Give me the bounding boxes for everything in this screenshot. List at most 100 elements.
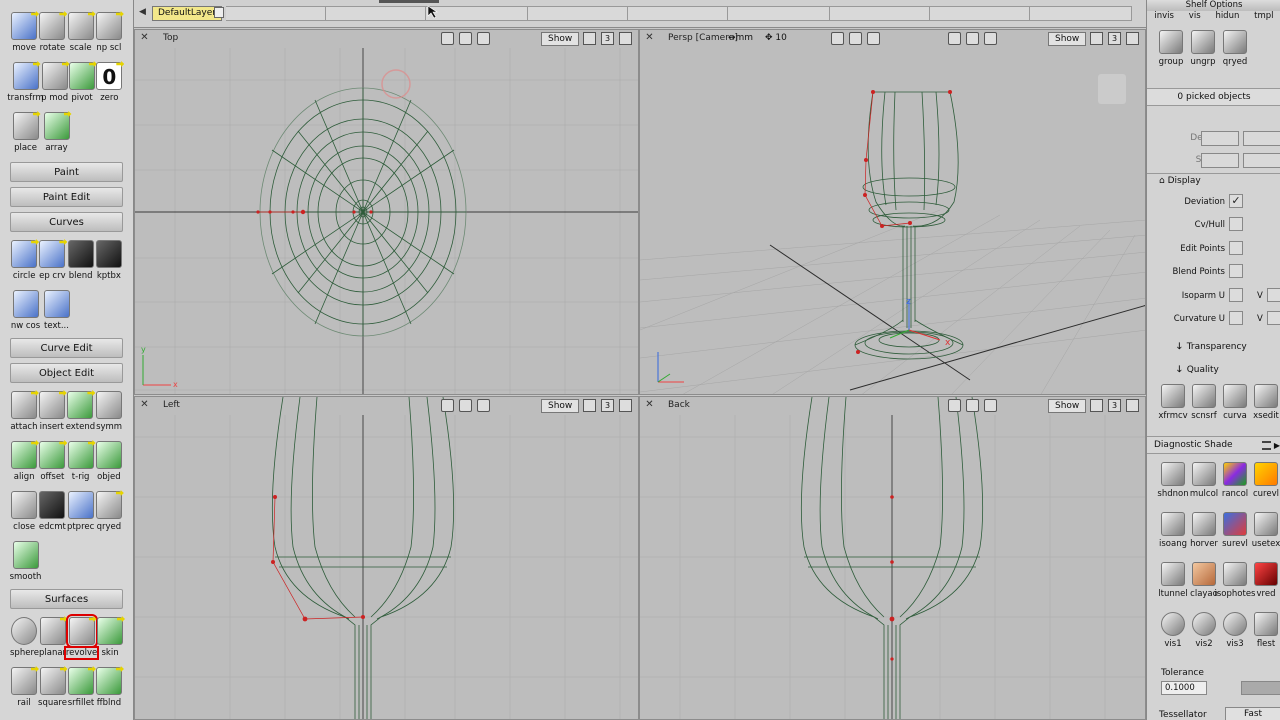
show-button[interactable]: Show: [1048, 399, 1087, 413]
tool-new-cos[interactable]: nw cos: [10, 284, 41, 334]
pan-icon[interactable]: [477, 32, 490, 45]
tool-attach[interactable]: attach: [10, 385, 38, 435]
tool-light-tunnel[interactable]: ltunnel: [1158, 562, 1188, 599]
layer-slot[interactable]: [326, 6, 426, 21]
tool-sphere[interactable]: sphere: [10, 611, 39, 661]
tool-query-edit[interactable]: qryed: [95, 485, 123, 535]
section-paint[interactable]: Paint: [10, 162, 123, 182]
tool-revolve[interactable]: revolve: [63, 611, 100, 661]
tool-pivot-mod[interactable]: p mod: [41, 56, 68, 106]
deviation-checkbox[interactable]: ✓: [1229, 194, 1243, 208]
tool-place[interactable]: place: [10, 106, 41, 156]
isoparm-u-checkbox[interactable]: [1229, 288, 1243, 302]
zoom-icon[interactable]: [867, 32, 880, 45]
viewport-back[interactable]: ✕ Back Show 3: [639, 396, 1146, 720]
layout-icon[interactable]: [1090, 399, 1103, 412]
layer-slot[interactable]: [930, 6, 1030, 21]
section-curve-edit[interactable]: Curve Edit: [10, 338, 123, 358]
tool-isophotes[interactable]: isophotes: [1215, 562, 1255, 599]
tool-transform-rig[interactable]: t-rig: [67, 435, 95, 485]
tool-extend[interactable]: extend: [66, 385, 95, 435]
layer-slot[interactable]: [628, 6, 728, 21]
curvature-u-checkbox[interactable]: [1229, 311, 1243, 325]
viewport-top[interactable]: ✕ Top Show 3 y x: [134, 29, 639, 395]
section-paint-edit[interactable]: Paint Edit: [10, 187, 123, 207]
zoom-icon[interactable]: [441, 32, 454, 45]
tool-xsection-edit[interactable]: xsedit: [1252, 384, 1280, 421]
tab-invis[interactable]: invis: [1154, 11, 1174, 21]
close-icon[interactable]: ✕: [139, 33, 150, 44]
tool-insert[interactable]: insert: [38, 385, 66, 435]
tool-square[interactable]: square: [38, 661, 67, 711]
curvature-v-checkbox[interactable]: [1267, 311, 1280, 325]
tool-planar[interactable]: planar: [39, 611, 66, 661]
tool-transform-cv[interactable]: xfrmcv: [1158, 384, 1188, 421]
layer-default[interactable]: DefaultLayer: [152, 6, 222, 21]
camera-icon[interactable]: [831, 32, 844, 45]
tool-np-scale[interactable]: np scl: [95, 6, 123, 56]
tool-surface-fillet[interactable]: srfillet: [67, 661, 95, 711]
pan-icon[interactable]: [984, 32, 997, 45]
tool-scan-surface[interactable]: scnsrf: [1190, 384, 1218, 421]
zoom-icon[interactable]: [948, 32, 961, 45]
tool-query-edit[interactable]: qryed: [1221, 30, 1249, 67]
maximize-icon[interactable]: [619, 399, 632, 412]
spans-field-2[interactable]: [1243, 153, 1280, 168]
degree-field[interactable]: [1201, 131, 1239, 146]
tool-align[interactable]: align: [10, 435, 38, 485]
tool-object-edit[interactable]: objed: [95, 435, 123, 485]
show-button[interactable]: Show: [541, 32, 580, 46]
tool-symmetry[interactable]: symm: [95, 385, 123, 435]
view-count[interactable]: 3: [601, 32, 614, 45]
tool-pivot[interactable]: pivot: [68, 56, 95, 106]
layer-scroll-thumb[interactable]: [379, 0, 439, 3]
cv-hull-checkbox[interactable]: [1229, 217, 1243, 231]
quality-section[interactable]: 🡓 Quality: [1177, 362, 1219, 378]
close-icon[interactable]: ✕: [644, 400, 655, 411]
layer-slot[interactable]: [528, 6, 628, 21]
tool-edit-cmt[interactable]: edcmt: [38, 485, 66, 535]
isoparm-v-checkbox[interactable]: [1267, 288, 1280, 302]
tumble-icon[interactable]: [459, 32, 472, 45]
layer-toggle-box[interactable]: [214, 7, 224, 18]
tool-horizontal-vertical[interactable]: horver: [1190, 512, 1218, 549]
tool-curvature-eval[interactable]: curevl: [1252, 462, 1280, 499]
tool-isoangle[interactable]: isoang: [1159, 512, 1187, 549]
tool-ungroup[interactable]: ungrp: [1189, 30, 1217, 67]
view-count[interactable]: 3: [1108, 399, 1121, 412]
tool-vis3[interactable]: vis3: [1221, 612, 1249, 649]
tumble-icon[interactable]: [459, 399, 472, 412]
view-cube-icon[interactable]: [1098, 74, 1126, 104]
tool-vis1[interactable]: vis1: [1159, 612, 1187, 649]
layer-scroll-left-icon[interactable]: ◀: [139, 7, 146, 17]
tool-move[interactable]: move: [10, 6, 38, 56]
tool-vred[interactable]: vred: [1252, 562, 1280, 599]
transparency-section[interactable]: 🡓 Transparency: [1177, 339, 1247, 355]
blend-points-checkbox[interactable]: [1229, 264, 1243, 278]
viewport-perspective[interactable]: ✕ Persp [Camera] ↔mm ✥ 10 Show 3 z x: [639, 29, 1146, 395]
diagnostic-shade-header[interactable]: Diagnostic Shade ▶: [1147, 436, 1280, 454]
layer-slot[interactable]: [1030, 6, 1132, 21]
tool-blend-curve[interactable]: blend: [67, 234, 95, 284]
pan-icon[interactable]: [477, 399, 490, 412]
tab-hidun[interactable]: hidun: [1215, 11, 1239, 21]
layer-slot[interactable]: [728, 6, 830, 21]
close-icon[interactable]: ✕: [139, 400, 150, 411]
spans-field[interactable]: [1201, 153, 1239, 168]
pan-icon[interactable]: [984, 399, 997, 412]
tool-zero[interactable]: 0 zero: [96, 56, 123, 106]
tessellator-select[interactable]: Fast: [1225, 707, 1280, 720]
show-button[interactable]: Show: [541, 399, 580, 413]
tool-scale[interactable]: scale: [67, 6, 95, 56]
maximize-icon[interactable]: [1126, 32, 1139, 45]
tool-text[interactable]: text...: [41, 284, 72, 334]
layer-slot[interactable]: [830, 6, 930, 21]
arrow-right-icon[interactable]: ▶: [1274, 437, 1280, 454]
tolerance-slider[interactable]: [1241, 681, 1280, 695]
view-count[interactable]: 3: [601, 399, 614, 412]
tool-use-texture[interactable]: usetex: [1252, 512, 1280, 549]
tool-transform[interactable]: transfrm: [7, 56, 44, 106]
tumble-icon[interactable]: [966, 32, 979, 45]
edit-points-checkbox[interactable]: [1229, 241, 1243, 255]
tool-random-color[interactable]: rancol: [1221, 462, 1249, 499]
